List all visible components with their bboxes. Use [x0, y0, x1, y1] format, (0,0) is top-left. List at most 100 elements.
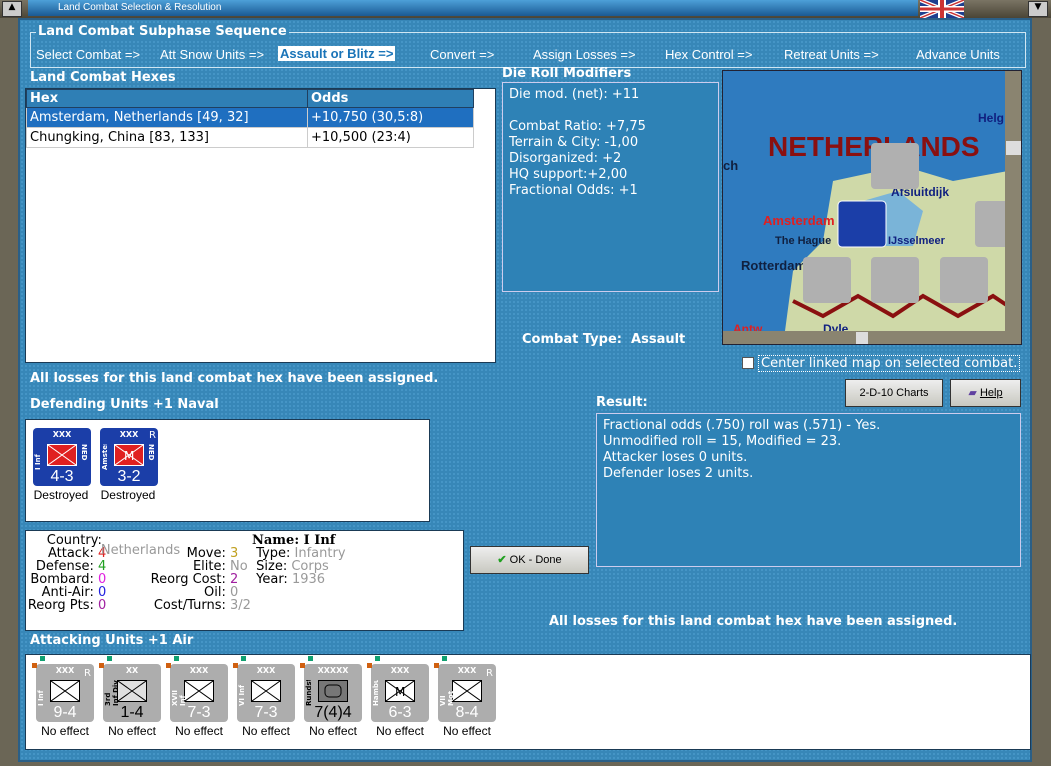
ok-label: OK - Done — [509, 554, 562, 566]
unit-result: No effect — [376, 724, 424, 738]
unit-nation: NED — [80, 444, 88, 461]
map-label-ijsselmeer: IJsselmeer — [888, 235, 946, 247]
step-assign-losses[interactable]: Assign Losses => — [533, 47, 636, 62]
map-horizontal-scrollbar[interactable] — [723, 331, 1022, 345]
unit-result: No effect — [309, 724, 357, 738]
hex-cell: Amsterdam, Netherlands [49, 32] — [26, 107, 308, 128]
unit-size: XXXXX — [317, 666, 349, 675]
unit-name: 3rd Inf Div — [104, 680, 120, 706]
green-marker-icon — [375, 656, 380, 661]
unit-size: XXX — [256, 666, 276, 675]
unit-result: No effect — [41, 724, 89, 738]
orange-marker-icon — [434, 663, 439, 668]
green-marker-icon — [174, 656, 179, 661]
losses-status-top: All losses for this land combat hex have… — [30, 371, 439, 386]
result-line: Defender loses 2 units. — [603, 466, 754, 481]
orange-marker-icon — [99, 663, 104, 668]
center-map-label[interactable]: Center linked map on selected combat. — [758, 355, 1021, 372]
center-map-checkbox[interactable] — [742, 357, 754, 369]
unit-stats-col2: Move: 3 Elite: No Reorg Cost: 2 Oil: 0 C… — [150, 546, 251, 613]
unit-strength: 8-4 — [455, 704, 479, 721]
hexes-table-box: Hex Odds Amsterdam, Netherlands [49, 32] +… — [25, 88, 496, 363]
step-convert[interactable]: Convert => — [430, 47, 494, 62]
map-label-ch: ch — [723, 158, 738, 173]
close-button[interactable]: ▼ — [1028, 1, 1048, 17]
green-marker-icon — [308, 656, 313, 661]
window-title: Land Combat Selection & Resolution — [28, 0, 918, 16]
attacking-units-box: XXX I Inf R 9-4 No effect XX 3rd Inf Div 1… — [25, 654, 1031, 750]
help-button[interactable]: ▰ Help — [950, 379, 1021, 407]
table-row[interactable]: Chungking, China [83, 133] +10,500 (23:4) — [26, 127, 474, 148]
unit-size: XXX — [390, 666, 410, 675]
step-select-combat[interactable]: Select Combat => — [36, 47, 140, 62]
attacking-unit[interactable]: XXX I Inf R 9-4 — [36, 664, 94, 722]
linked-map[interactable]: NETHERLANDS Amsterdam The Hague Rotterda… — [722, 70, 1022, 345]
map-hscroll-thumb[interactable] — [856, 332, 868, 345]
col-odds[interactable]: Odds — [307, 89, 474, 108]
help-label: Help — [979, 387, 1003, 399]
map-unit[interactable] — [940, 257, 988, 303]
die-line: Disorganized: +2 — [509, 151, 622, 166]
unit-reserve-mark: R — [84, 668, 91, 679]
map-label-amsterdam: Amsterdam — [763, 213, 835, 228]
unit-info-box: Country: Netherlands Attack: 4 Defense: … — [25, 530, 464, 631]
step-advance-units[interactable]: Advance Units — [916, 47, 1000, 62]
die-modifiers-title: Die Roll Modifiers — [502, 66, 632, 81]
attacking-unit[interactable]: XX 3rd Inf Div 1-4 — [103, 664, 161, 722]
unit-name: I Inf — [34, 454, 42, 470]
step-assault-or-blitz[interactable]: Assault or Blitz => — [278, 46, 396, 61]
unit-size: XXX — [52, 430, 72, 439]
map-unit[interactable] — [803, 257, 851, 303]
attacking-unit[interactable]: XXX M Hamburg 6-3 — [371, 664, 429, 722]
unit-strength: 9-4 — [53, 704, 77, 721]
hex-cell: Chungking, China [83, 133] — [26, 127, 308, 148]
defending-unit[interactable]: XXX M Amsterdam NED R 3-2 — [100, 428, 158, 486]
infantry-symbol-icon — [117, 680, 147, 702]
combat-type-label: Combat Type: — [522, 332, 622, 347]
motorized-symbol-icon: M — [114, 444, 144, 466]
attacking-unit[interactable]: XXXXX Rundstedt 7(4)4 — [304, 664, 362, 722]
step-retreat-units[interactable]: Retreat Units => — [784, 47, 879, 62]
odds-cell: +10,750 (30,5:8) — [307, 107, 474, 128]
map-unit[interactable] — [871, 257, 919, 303]
subphase-title: Land Combat Subphase Sequence — [36, 24, 289, 39]
die-line: Combat Ratio: +7,75 — [509, 119, 646, 134]
attacking-unit[interactable]: XXX VII Mot R 8-4 — [438, 664, 496, 722]
attacking-unit[interactable]: XXX VI Inf 7-3 — [237, 664, 295, 722]
defending-units-box: XXX I Inf NED 4-3 Destroyed XXX M Amster… — [25, 419, 430, 522]
result-line: Unmodified roll = 15, Modified = 23. — [603, 434, 842, 449]
map-vertical-scrollbar[interactable] — [1005, 71, 1022, 331]
odds-cell: +10,500 (23:4) — [307, 127, 474, 148]
system-menu-button[interactable]: ▲ — [2, 1, 22, 17]
green-marker-icon — [442, 656, 447, 661]
charts-button[interactable]: 2-D-10 Charts — [845, 379, 943, 407]
unit-name: VII Mot — [439, 690, 455, 706]
col-hex[interactable]: Hex — [26, 89, 308, 108]
unit-result: Destroyed — [33, 488, 89, 502]
unit-strength: 7-3 — [187, 704, 211, 721]
map-unit[interactable] — [871, 143, 919, 189]
orange-marker-icon — [300, 663, 305, 668]
die-line: Fractional Odds: +1 — [509, 183, 638, 198]
result-line: Fractional odds (.750) roll was (.571) -… — [603, 418, 881, 433]
infantry-symbol-icon — [47, 444, 77, 466]
unit-name: Hamburg — [372, 680, 380, 706]
green-marker-icon — [241, 656, 246, 661]
map-unit-selected[interactable] — [837, 200, 887, 248]
infantry-symbol-icon — [184, 680, 214, 702]
attacking-title: Attacking Units +1 Air — [30, 633, 194, 648]
unit-reserve-mark: R — [149, 430, 156, 441]
losses-status-bottom: All losses for this land combat hex have… — [549, 614, 958, 629]
combat-type-value: Assault — [631, 332, 686, 347]
step-att-snow-units[interactable]: Att Snow Units => — [160, 47, 264, 62]
table-row[interactable]: Amsterdam, Netherlands [49, 32] +10,750 (… — [26, 107, 474, 128]
attacking-unit[interactable]: XXX XVII Inf 7-3 — [170, 664, 228, 722]
unit-name: Rundstedt — [305, 680, 313, 706]
infantry-symbol-icon: M — [385, 680, 415, 702]
green-marker-icon — [40, 656, 45, 661]
defending-unit[interactable]: XXX I Inf NED 4-3 — [33, 428, 91, 486]
ok-done-button[interactable]: ✔ OK - Done — [470, 546, 589, 574]
map-vscroll-thumb[interactable] — [1006, 141, 1022, 155]
unit-result: No effect — [108, 724, 156, 738]
step-hex-control[interactable]: Hex Control => — [665, 47, 752, 62]
